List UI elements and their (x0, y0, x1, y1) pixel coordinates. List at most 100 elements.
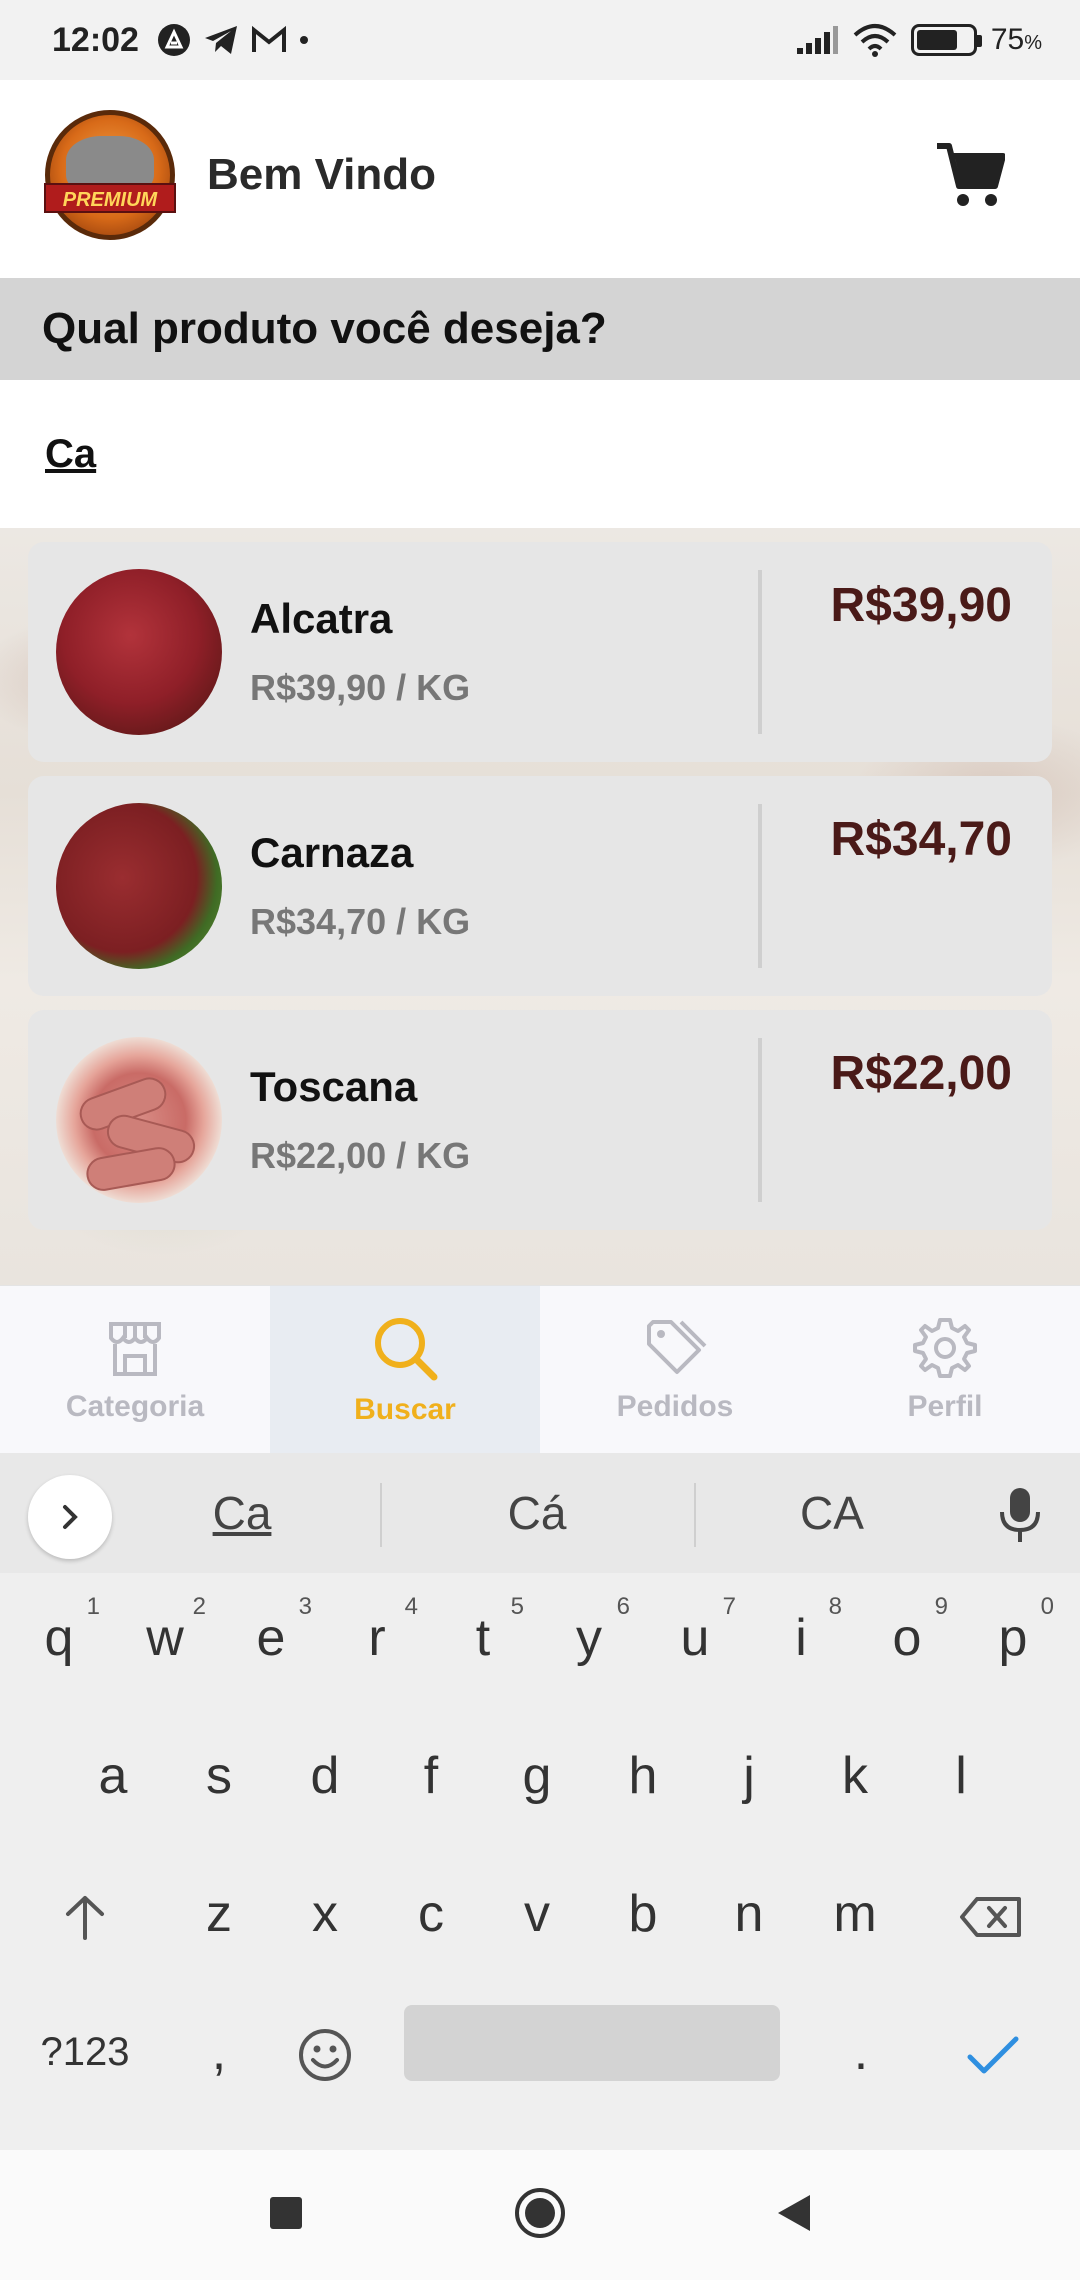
key-s[interactable]: s (174, 1711, 264, 1841)
key-w[interactable]: w2 (120, 1573, 210, 1703)
key-z[interactable]: z (174, 1849, 264, 1979)
tag-icon (647, 1319, 707, 1374)
product-info: Carnaza R$34,70 / KG (250, 829, 750, 943)
key-h[interactable]: h (598, 1711, 688, 1841)
key-a[interactable]: a (68, 1711, 158, 1841)
nav-item-categoria[interactable]: Categoria (0, 1286, 270, 1453)
product-card-toscana[interactable]: Toscana R$22,00 / KG R$22,00 (28, 1010, 1052, 1230)
store-icon (109, 1321, 161, 1376)
key-i[interactable]: i8 (756, 1573, 846, 1703)
product-image (56, 1037, 222, 1203)
search-row (0, 380, 1080, 528)
keyboard: Ca Cá CA q1 w2 e3 r4 t5 y6 u7 i8 o9 p0 a… (0, 1453, 1080, 2150)
cart-icon (937, 143, 1005, 206)
cart-button[interactable] (930, 135, 1010, 215)
nav-item-pedidos[interactable]: Pedidos (540, 1286, 810, 1453)
divider (758, 570, 762, 734)
key-x[interactable]: x (280, 1849, 370, 1979)
nav-item-buscar[interactable]: Buscar (270, 1286, 540, 1453)
battery-level (916, 30, 958, 50)
suggestion-3[interactable]: CA (692, 1453, 972, 1573)
square-icon (270, 2196, 302, 2229)
key-g[interactable]: g (492, 1711, 582, 1841)
suggestion-1[interactable]: Ca (102, 1453, 382, 1573)
recents-button[interactable] (268, 2195, 304, 2236)
period-key[interactable]: . (816, 1987, 906, 2117)
divider (758, 1038, 762, 1202)
key-j[interactable]: j (704, 1711, 794, 1841)
search-input[interactable] (45, 431, 945, 477)
key-row-1: q1 w2 e3 r4 t5 y6 u7 i8 o9 p0 (0, 1573, 1080, 1711)
key-y[interactable]: y6 (544, 1573, 634, 1703)
product-unit-price: R$39,90 / KG (250, 667, 471, 708)
nav-item-perfil[interactable]: Perfil (810, 1286, 1080, 1453)
status-time: 12:02 (52, 20, 139, 59)
key-b[interactable]: b (598, 1849, 688, 1979)
product-card-carnaza[interactable]: Carnaza R$34,70 / KG R$34,70 (28, 776, 1052, 996)
key-r[interactable]: r4 (332, 1573, 422, 1703)
key-m[interactable]: m (810, 1849, 900, 1979)
product-price: R$34,70 (830, 813, 1012, 866)
nav-label: Pedidos (616, 1389, 734, 1423)
product-price: R$39,90 (830, 579, 1012, 632)
key-c[interactable]: c (386, 1849, 476, 1979)
product-image (56, 803, 222, 969)
key-u[interactable]: u7 (650, 1573, 740, 1703)
key-t[interactable]: t5 (438, 1573, 528, 1703)
status-right: 75% (795, 23, 1042, 57)
welcome-text: Bem Vindo (207, 150, 437, 199)
spacebar-key[interactable] (404, 2005, 780, 2081)
gmail-icon (251, 25, 286, 52)
more-dot-icon (299, 36, 308, 44)
shift-key[interactable] (40, 1849, 130, 1979)
key-v[interactable]: v (492, 1849, 582, 1979)
battery-percent: 75% (990, 23, 1042, 56)
gear-icon (913, 1317, 977, 1378)
product-info: Alcatra R$39,90 / KG (250, 595, 750, 709)
product-card-alcatra[interactable]: Alcatra R$39,90 / KG R$39,90 (28, 542, 1052, 762)
emoji-icon (299, 2029, 351, 2082)
wifi-icon (853, 24, 897, 57)
key-row-2: a s d f g h j k l (0, 1711, 1080, 1849)
mic-button[interactable] (990, 1483, 1050, 1547)
product-name: Toscana (250, 1063, 418, 1110)
shift-icon (66, 1896, 104, 1941)
logo-banner: PREMIUM (44, 183, 176, 213)
nav-label: Categoria (65, 1389, 205, 1423)
suggestion-2[interactable]: Cá (397, 1453, 677, 1573)
expand-suggestions-button[interactable] (28, 1475, 112, 1559)
symbols-key[interactable]: ?123 (30, 1987, 140, 2117)
nav-label: Buscar (354, 1392, 456, 1426)
search-icon (375, 1317, 438, 1380)
nav-label: Perfil (907, 1389, 983, 1423)
divider (758, 804, 762, 968)
key-d[interactable]: d (280, 1711, 370, 1841)
product-name: Alcatra (250, 595, 393, 642)
home-button[interactable] (514, 2187, 566, 2244)
app-notification-icon (157, 24, 190, 56)
backspace-key[interactable] (946, 1849, 1036, 1979)
mic-icon (1000, 1488, 1040, 1542)
home-circle-icon (515, 2187, 565, 2238)
enter-key[interactable] (948, 1987, 1038, 2117)
key-o[interactable]: o9 (862, 1573, 952, 1703)
product-price: R$22,00 (830, 1047, 1012, 1100)
suggestion-divider (380, 1483, 382, 1547)
check-icon (967, 2036, 1019, 2074)
product-name: Carnaza (250, 829, 414, 876)
key-f[interactable]: f (386, 1711, 476, 1841)
section-title: Qual produto você deseja? (0, 278, 1080, 380)
emoji-key[interactable] (280, 1987, 370, 2117)
system-nav-bar (0, 2150, 1080, 2280)
key-n[interactable]: n (704, 1849, 794, 1979)
key-q[interactable]: q1 (14, 1573, 104, 1703)
key-k[interactable]: k (810, 1711, 900, 1841)
key-l[interactable]: l (916, 1711, 1006, 1841)
product-image (56, 569, 222, 735)
key-p[interactable]: p0 (968, 1573, 1058, 1703)
back-button[interactable] (776, 2193, 812, 2238)
key-e[interactable]: e3 (226, 1573, 316, 1703)
premium-logo: PREMIUM (44, 110, 176, 240)
back-triangle-icon (778, 2194, 810, 2231)
comma-key[interactable]: , (174, 1987, 264, 2117)
